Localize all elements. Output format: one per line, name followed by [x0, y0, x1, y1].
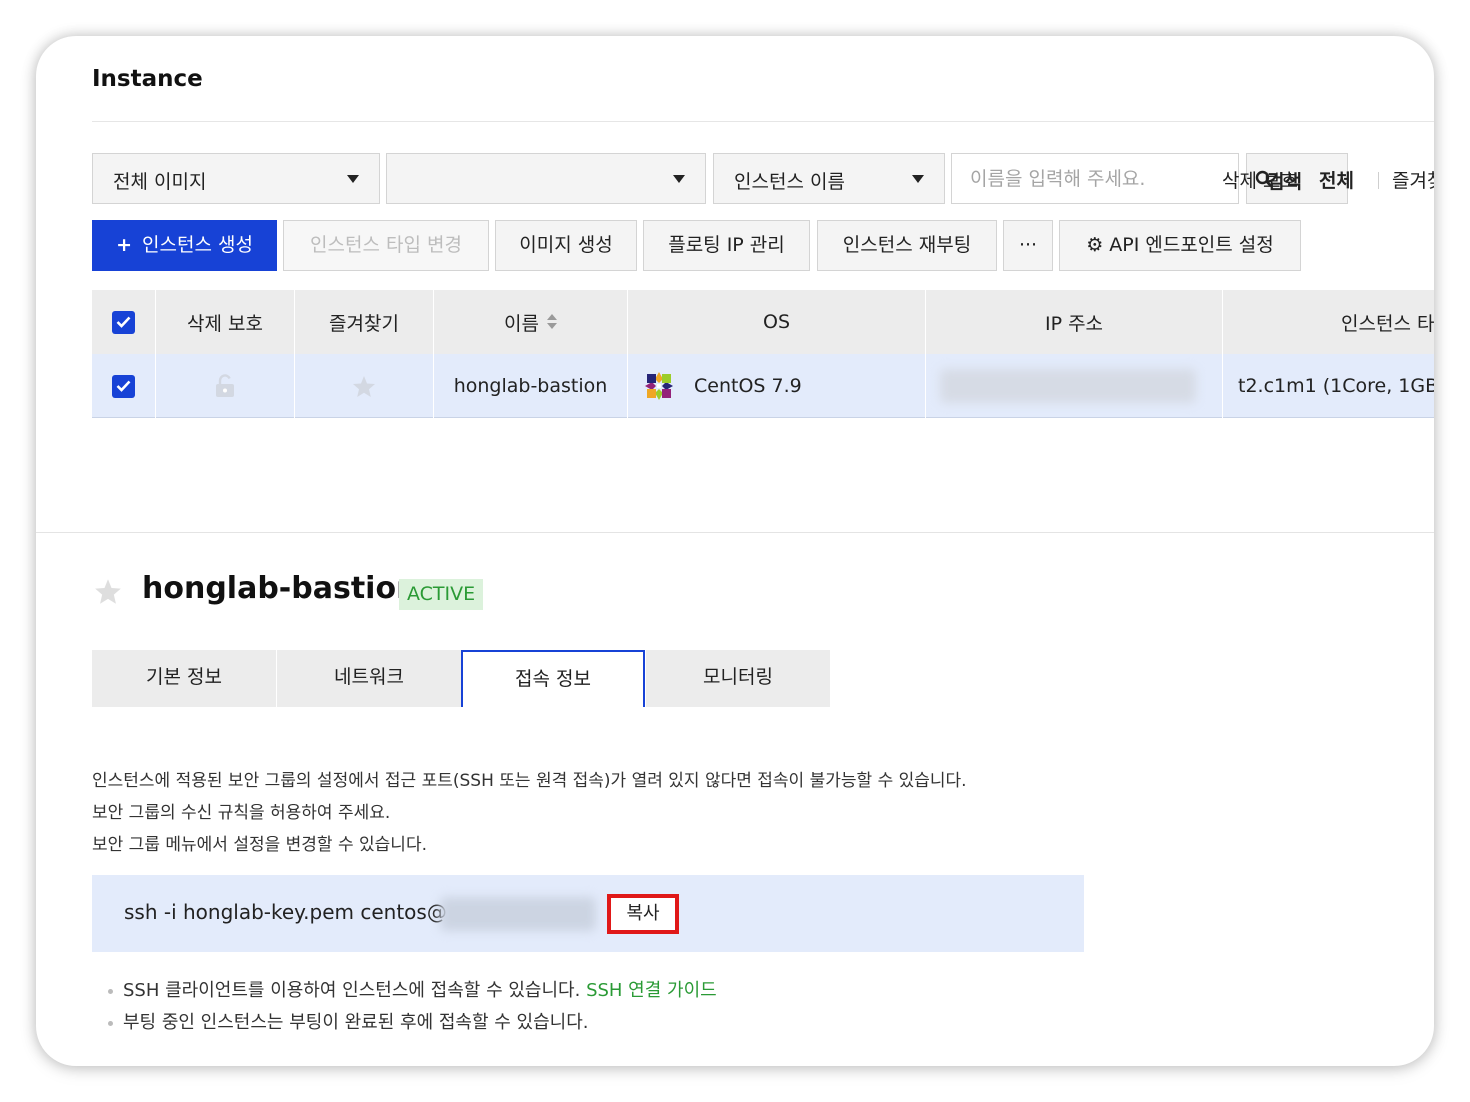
tab-network[interactable]: 네트워크 — [277, 650, 461, 707]
gear-icon: ⚙ — [1086, 234, 1104, 256]
search-field-value: 인스턴스 이름 — [734, 171, 845, 193]
search-input[interactable] — [951, 153, 1239, 204]
image-filter-select[interactable]: 전체 이미지 — [92, 153, 380, 204]
search-field-select[interactable]: 인스턴스 이름 — [713, 153, 945, 204]
bullet-icon — [108, 988, 113, 994]
bullet-text: 부팅 중인 인스턴스는 부팅이 완료된 후에 접속할 수 있습니다. — [123, 1012, 589, 1033]
os-name: CentOS 7.9 — [694, 375, 802, 397]
sort-icon — [546, 314, 557, 330]
redacted-ip — [440, 897, 596, 931]
info-text: 보안 그룹의 수신 규칙을 허용하여 주세요. — [92, 803, 391, 823]
column-ip: IP 주소 — [1044, 312, 1104, 335]
all-filter-label[interactable]: 전체 — [1319, 166, 1354, 193]
column-favorite: 즐겨찾기 — [329, 312, 399, 335]
column-delete-protect: 삭제 보호 — [187, 312, 263, 335]
plus-icon: + — [116, 234, 132, 256]
ip-cell — [926, 354, 1222, 418]
chevron-down-icon — [347, 175, 359, 183]
reboot-instance-button[interactable]: 인스턴스 재부팅 — [817, 220, 997, 271]
tab-basic-info[interactable]: 기본 정보 — [92, 650, 276, 707]
api-endpoint-label: API 엔드포인트 설정 — [1109, 234, 1274, 256]
copy-button[interactable]: 복사 — [607, 894, 679, 934]
column-name[interactable]: 이름 — [434, 290, 627, 354]
favorite-filter-label[interactable]: 즐겨찾 — [1392, 166, 1434, 193]
column-instance-type: 인스턴스 타입 — [1341, 312, 1434, 335]
delete-protect-filter-label[interactable]: 삭제 보호 — [1222, 166, 1298, 193]
star-icon — [353, 375, 375, 397]
tab-monitoring[interactable]: 모니터링 — [646, 650, 830, 707]
title-divider — [92, 121, 1434, 122]
instance-panel: Instance 전체 이미지 인스턴스 이름 검색 삭제 보호 전체 즐겨찾 … — [36, 36, 1434, 1066]
ssh-command: ssh -i honglab-key.pem centos@ — [124, 900, 447, 924]
instance-type-cell: t2.c1m1 (1Core, 1GB) — [1238, 375, 1434, 397]
column-os: OS — [762, 311, 790, 333]
tab-connection-info[interactable]: 접속 정보 — [461, 650, 645, 707]
info-text: 보안 그룹 메뉴에서 설정을 변경할 수 있습니다. — [92, 835, 427, 855]
api-endpoint-button[interactable]: ⚙ API 엔드포인트 설정 — [1059, 220, 1301, 271]
filter-separator — [1378, 172, 1379, 189]
status-badge: ACTIVE — [399, 579, 484, 610]
checkbox-checked-icon — [112, 374, 135, 398]
instance-title: honglab-bastion — [142, 571, 418, 606]
ssh-guide-link[interactable]: SSH 연결 가이드 — [586, 980, 717, 1001]
list-item: SSH 클라이언트를 이용하여 인스턴스에 접속할 수 있습니다. SSH 연결… — [108, 976, 717, 1002]
page-title: Instance — [92, 66, 203, 92]
list-item: 부팅 중인 인스턴스는 부팅이 완료된 후에 접속할 수 있습니다. — [108, 1008, 589, 1034]
delete-protect-toggle[interactable] — [156, 354, 294, 418]
bullet-text: SSH 클라이언트를 이용하여 인스턴스에 접속할 수 있습니다. — [123, 980, 581, 1001]
image-filter-value: 전체 이미지 — [113, 171, 207, 193]
chevron-down-icon — [912, 175, 924, 183]
instance-name-cell[interactable]: honglab-bastion — [434, 354, 627, 418]
redacted-ip — [940, 369, 1196, 403]
favorite-star-icon[interactable] — [94, 578, 122, 605]
ssh-command-box: ssh -i honglab-key.pem centos@ 복사 — [92, 875, 1084, 952]
create-instance-label: 인스턴스 생성 — [142, 234, 253, 256]
secondary-filter-select[interactable] — [386, 153, 706, 204]
floating-ip-button[interactable]: 플로팅 IP 관리 — [643, 220, 810, 271]
checkbox-checked-icon — [112, 310, 135, 334]
favorite-toggle[interactable] — [295, 354, 433, 418]
more-actions-button[interactable]: ··· — [1003, 220, 1053, 271]
chevron-down-icon — [673, 175, 685, 183]
bullet-icon — [108, 1020, 113, 1026]
row-checkbox[interactable] — [92, 354, 155, 418]
os-cell: CentOS 7.9 — [628, 354, 925, 418]
create-image-button[interactable]: 이미지 생성 — [495, 220, 637, 271]
info-text: 인스턴스에 적용된 보안 그룹의 설정에서 접근 포트(SSH 또는 원격 접속… — [92, 771, 967, 791]
select-all-checkbox[interactable] — [92, 290, 155, 354]
column-name-label: 이름 — [504, 312, 539, 335]
create-instance-button[interactable]: + 인스턴스 생성 — [92, 220, 277, 271]
table-row[interactable]: honglab-bastion CentOS 7.9 t2.c1m1 (1Cor… — [92, 354, 1434, 418]
section-divider — [36, 532, 1434, 533]
unlock-icon — [216, 374, 234, 397]
change-instance-type-button[interactable]: 인스턴스 타입 변경 — [283, 220, 489, 271]
centos-logo-icon — [645, 372, 673, 400]
table-header: 삭제 보호 즐겨찾기 이름 OS IP 주소 인스턴스 타입 — [92, 290, 1434, 354]
